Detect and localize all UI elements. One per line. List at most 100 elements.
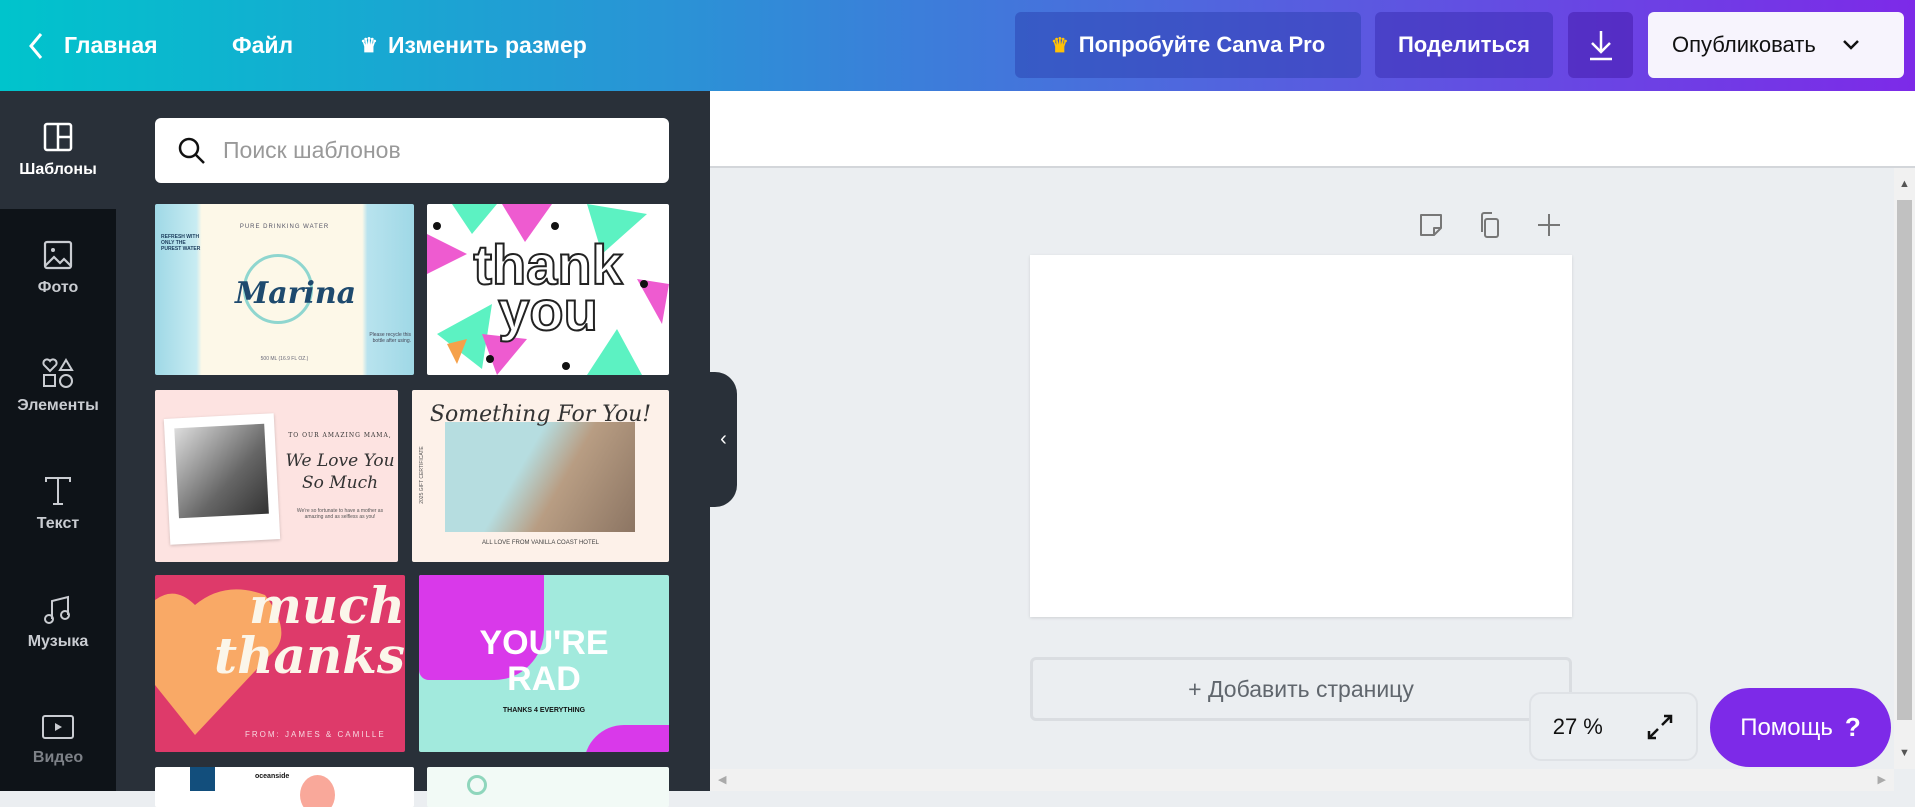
sidebar-item-label: Видео [32,749,84,766]
back-home-button[interactable]: Главная [26,0,158,91]
design-page[interactable] [1030,255,1572,617]
template-text: 2025 GIFT CERTIFICATE [419,446,425,504]
collapse-panel-button[interactable]: ‹ [710,372,737,507]
elements-icon [42,358,74,388]
template-title-line: RAD [507,660,581,698]
photo-icon [43,240,73,270]
horizontal-scrollbar[interactable]: ◀ ▶ [710,769,1894,791]
template-card[interactable]: Something For You! 2025 GIFT CERTIFICATE… [412,390,669,562]
video-icon [42,715,74,739]
template-title-line: you [497,279,599,342]
add-page-button[interactable]: + Добавить страницу [1030,657,1572,721]
share-button[interactable]: Поделиться [1375,12,1553,78]
scroll-left-icon[interactable]: ◀ [718,769,726,791]
sidebar-item-photo[interactable]: Фото [0,209,116,327]
publish-button[interactable]: Опубликовать [1648,12,1904,78]
sidebar-item-music[interactable]: Музыка [0,563,116,681]
sidebar-item-elements[interactable]: Элементы [0,327,116,445]
template-text: THANKS 4 EVERYTHING [502,707,586,714]
sidebar-item-label: Текст [36,515,80,532]
template-card[interactable]: much thanks FROM: JAMES & CAMILLE [155,575,405,752]
templates-icon [43,122,73,152]
crown-icon: ♛ [1050,34,1069,57]
search-input[interactable] [223,137,643,164]
scrollbar-thumb[interactable] [1897,200,1912,720]
scroll-right-icon[interactable]: ▶ [1878,769,1886,791]
file-menu[interactable]: Файл [232,0,293,91]
template-title-line: So Much [301,473,379,493]
template-decoration [584,725,669,752]
template-title-line: YOU'RE [479,624,609,662]
template-title: Marina [235,276,357,311]
sidebar-item-label: Элементы [17,397,99,414]
template-text: We're so fortunate to have a mother as a… [296,508,384,520]
top-bar: Главная Файл ♛ Изменить размер ♛ Попробу… [0,0,1915,91]
template-card[interactable]: thank you [427,204,669,375]
crown-icon: ♛ [360,35,378,57]
fullscreen-icon[interactable] [1646,713,1674,741]
template-title-line: We Love You [285,451,395,471]
template-card[interactable]: TO OUR AMAZING MAMA, We Love You So Much … [155,390,398,562]
template-title: thank you [427,236,669,340]
search-icon [178,137,205,164]
chevron-left-icon: ‹ [720,428,727,450]
download-button[interactable] [1568,12,1633,78]
chevron-down-icon [1842,40,1859,50]
sidebar-item-label: Фото [37,279,79,296]
template-text: 500 ML (16.9 FL OZ.) [260,356,309,362]
template-card[interactable]: YOU'RE RAD THANKS 4 EVERYTHING [419,575,669,752]
sidebar-item-video[interactable]: Видео [0,681,116,799]
template-title: We Love You So Much [285,450,395,494]
template-card[interactable]: PURE DRINKING WATER REFRESH WITH ONLY TH… [155,204,414,375]
vertical-scrollbar[interactable]: ▲ ▼ [1894,168,1915,769]
back-label: Главная [64,32,158,58]
add-page-icon[interactable] [1534,210,1564,240]
template-title: Something For You! [429,402,652,427]
template-text: FROM: JAMES & CAMILLE [245,730,386,739]
add-page-label: + Добавить страницу [1188,675,1414,702]
resize-button[interactable]: ♛ Изменить размер [360,0,587,91]
canvas-toolbar [710,91,1915,168]
template-photo-frame [163,413,281,545]
template-decoration [467,775,487,795]
file-label: Файл [232,32,294,58]
template-decoration [190,767,215,791]
template-text: PURE DRINKING WATER [239,224,330,230]
duplicate-page-icon[interactable] [1475,210,1505,240]
scroll-up-icon[interactable]: ▲ [1894,168,1915,200]
template-text: ALL LOVE FROM VANILLA COAST HOTEL [482,540,599,546]
help-label: Помощь [1740,713,1833,741]
template-text: Please recycle this bottle after using. [369,332,411,344]
resize-label: Изменить размер [387,32,587,58]
chevron-left-icon [29,32,43,59]
pro-label: Попробуйте Canva Pro [1078,32,1326,57]
search-bar[interactable] [155,118,669,183]
help-icon: ? [1844,712,1861,742]
template-text: REFRESH WITH ONLY THE PUREST WATER [161,234,201,252]
sidebar-item-text[interactable]: Текст [0,445,116,563]
publish-label: Опубликовать [1672,32,1816,57]
sidebar: Шаблоны Фото Элементы Текст Музыка Видео [0,91,116,791]
text-icon [45,477,71,505]
template-title: YOU'RE RAD [419,625,669,697]
help-button[interactable]: Помощь ? [1710,688,1891,767]
add-note-icon[interactable] [1416,210,1446,240]
sidebar-item-templates[interactable]: Шаблоны [0,91,116,209]
template-title: oceanside [255,773,290,780]
scroll-down-icon[interactable]: ▼ [1894,737,1915,769]
sidebar-item-label: Музыка [27,633,89,650]
zoom-value: 27 % [1552,713,1603,739]
template-decoration [300,775,335,807]
share-label: Поделиться [1397,32,1531,57]
template-card[interactable] [427,767,669,807]
template-title: much thanks [195,581,405,681]
template-photo [445,422,635,532]
template-title-line: thanks [214,626,405,685]
try-pro-button[interactable]: ♛ Попробуйте Canva Pro [1015,12,1361,78]
sidebar-item-label: Шаблоны [19,161,97,178]
music-icon [44,595,70,624]
template-text: TO OUR AMAZING MAMA, [288,432,392,439]
template-card[interactable]: oceanside [155,767,414,807]
zoom-control[interactable]: 27 % [1529,692,1698,761]
download-icon [1589,31,1612,61]
